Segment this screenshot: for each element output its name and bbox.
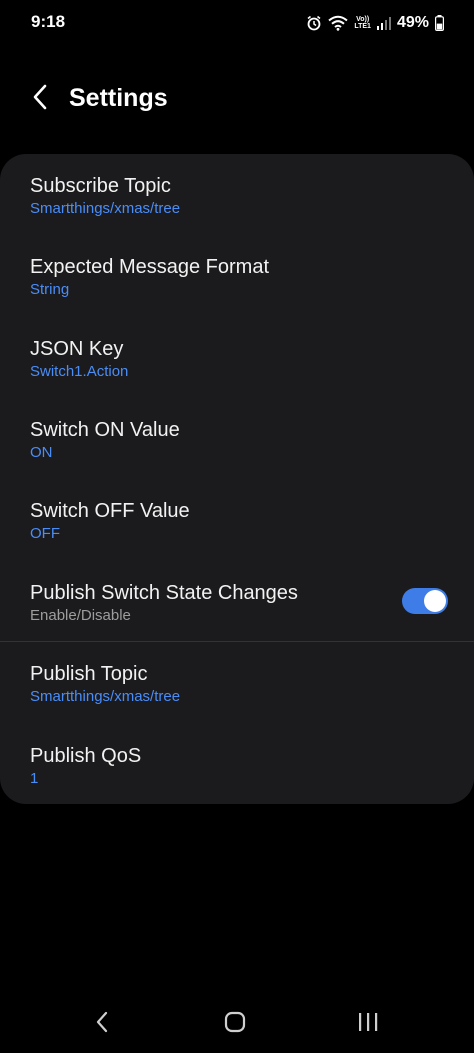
lte-label: LTE1 [354,23,371,30]
status-time: 9:18 [31,12,66,31]
nav-recents-button[interactable] [348,1010,388,1038]
nav-back-button[interactable] [82,1010,122,1038]
setting-value: ON [30,444,53,461]
setting-value: Smartthings/xmas/tree [30,688,181,705]
setting-json-key[interactable]: JSON Key Switch1.Action [30,337,452,382]
back-button[interactable] [26,82,54,116]
chevron-left-icon [32,84,48,115]
signal-icon [376,16,391,30]
setting-title: Switch ON Value [30,419,180,441]
setting-title: Publish QoS [30,745,142,767]
wifi-icon [328,15,348,31]
toggle-knob [424,590,446,612]
setting-switch-off-value[interactable]: Switch OFF Value OFF [30,499,452,544]
setting-publish-qos[interactable]: Publish QoS 1 [30,744,452,789]
status-bar: 9:18 Vo)) LTE1 49% [0,0,474,46]
status-icons: Vo)) LTE1 49% [306,12,444,34]
publish-state-toggle[interactable] [402,588,448,614]
setting-value: 1 [30,770,39,787]
battery-icon [435,15,444,31]
page-title: Settings [69,84,168,112]
setting-switch-on-value[interactable]: Switch ON Value ON [30,418,452,463]
setting-value: Switch1.Action [30,363,129,380]
app-header: Settings [0,76,474,122]
setting-subtitle: Enable/Disable [30,607,131,624]
volte-label: Vo)) [356,16,370,23]
setting-title: Switch OFF Value [30,500,190,522]
divider [0,641,474,642]
home-nav-icon [224,1011,246,1038]
setting-title: Subscribe Topic [30,175,171,197]
setting-publish-topic[interactable]: Publish Topic Smartthings/xmas/tree [30,662,452,707]
alarm-icon [306,15,322,31]
back-nav-icon [95,1011,109,1038]
setting-title: JSON Key [30,338,124,360]
volte-icon: Vo)) LTE1 [354,16,371,30]
setting-value: String [30,281,70,298]
nav-home-button[interactable] [215,1010,255,1038]
settings-card: Subscribe Topic Smartthings/xmas/tree Ex… [0,154,474,804]
setting-expected-message-format[interactable]: Expected Message Format String [30,255,452,300]
setting-title: Publish Switch State Changes [30,582,298,604]
setting-title: Expected Message Format [30,256,269,278]
system-nav-bar [0,1000,474,1048]
setting-subscribe-topic[interactable]: Subscribe Topic Smartthings/xmas/tree [30,174,452,219]
setting-title: Publish Topic [30,663,148,685]
setting-value: Smartthings/xmas/tree [30,200,181,217]
battery-percent: 49% [396,14,429,31]
recents-nav-icon [357,1012,379,1037]
setting-publish-switch-state-changes[interactable]: Publish Switch State Changes Enable/Disa… [30,581,384,626]
setting-value: OFF [30,525,60,542]
